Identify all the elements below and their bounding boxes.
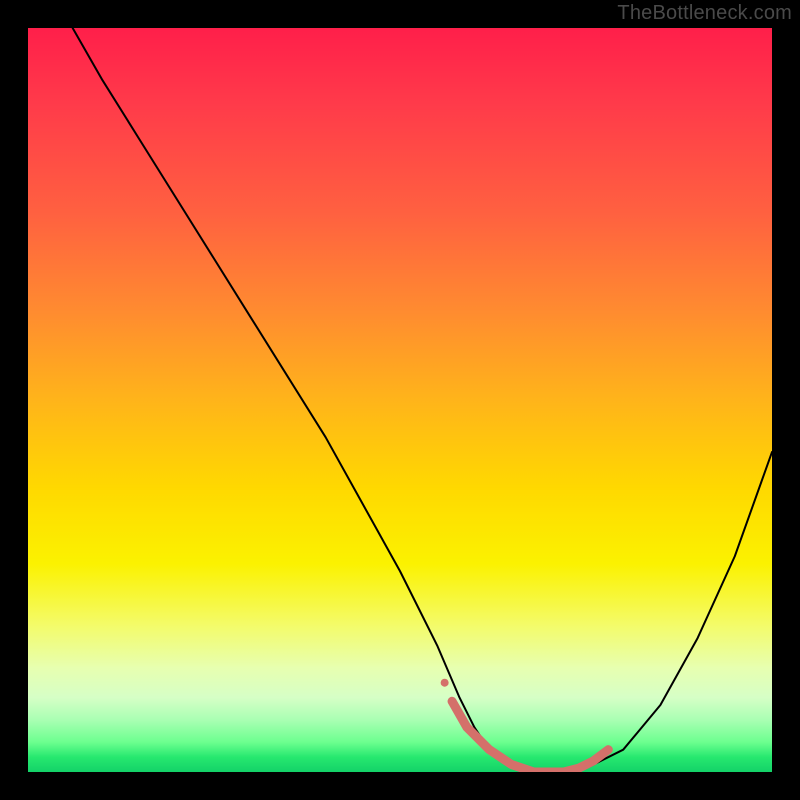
highlight-dot-2 [459,716,467,724]
chart-frame: TheBottleneck.com [0,0,800,800]
watermark-text: TheBottleneck.com [617,2,792,25]
curve-svg [28,28,772,772]
plot-area [28,28,772,772]
optimal-region-highlight [452,701,608,772]
bottleneck-curve [73,28,772,772]
highlight-dot-1 [441,679,449,687]
